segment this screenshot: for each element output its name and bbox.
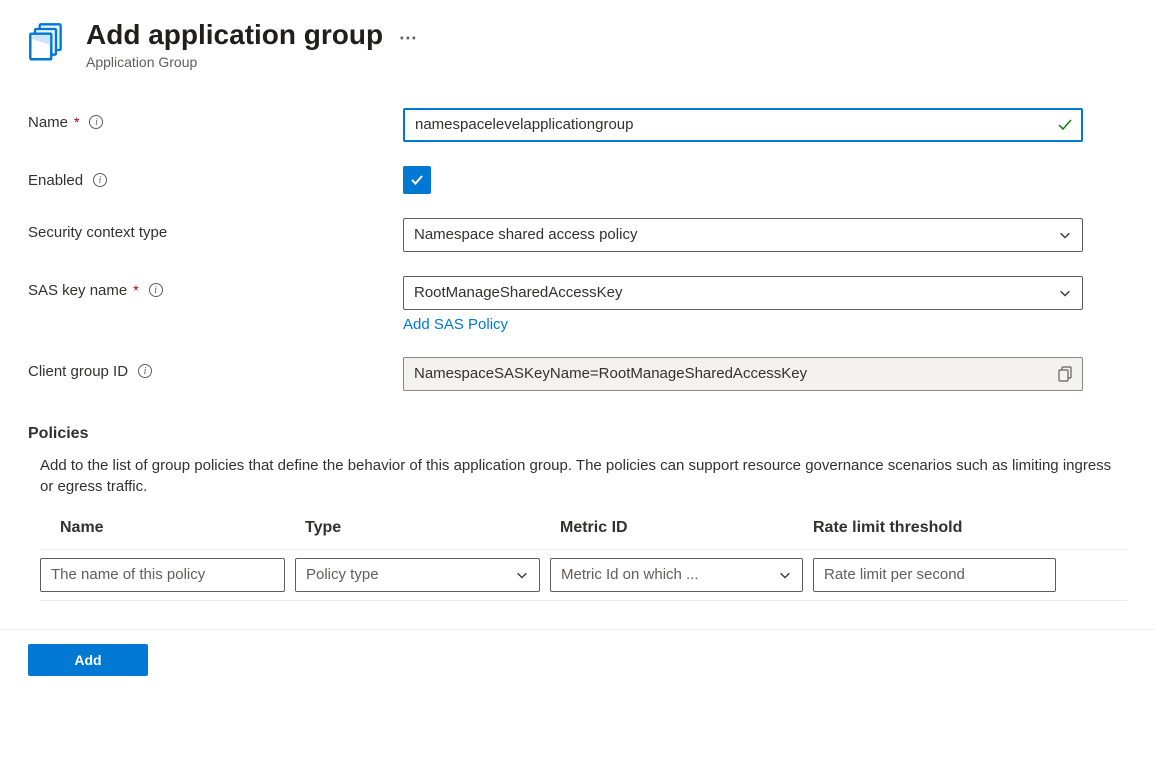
add-button[interactable]: Add xyxy=(28,644,148,676)
security-context-label: Security context type xyxy=(28,224,167,241)
policy-name-input[interactable] xyxy=(40,558,285,592)
enabled-checkbox[interactable] xyxy=(403,166,431,194)
valid-check-icon xyxy=(1057,117,1073,133)
sas-key-value: RootManageSharedAccessKey xyxy=(414,284,622,301)
rate-limit-input[interactable] xyxy=(813,558,1056,592)
page-footer: Add xyxy=(0,629,1155,690)
table-row: Policy type Metric Id on which ... xyxy=(40,549,1127,601)
chevron-down-icon xyxy=(1058,228,1072,242)
metric-id-dropdown[interactable]: Metric Id on which ... xyxy=(550,558,803,592)
info-icon[interactable]: i xyxy=(138,364,152,378)
metric-id-placeholder: Metric Id on which ... xyxy=(561,566,699,583)
more-actions-button[interactable]: ⋯ xyxy=(399,28,419,48)
sas-key-dropdown[interactable]: RootManageSharedAccessKey xyxy=(403,276,1083,310)
sas-key-label: SAS key name xyxy=(28,282,127,299)
security-context-row: Security context type Namespace shared a… xyxy=(28,218,1127,252)
sas-key-row: SAS key name * i RootManageSharedAccessK… xyxy=(28,276,1127,333)
policies-description: Add to the list of group policies that d… xyxy=(28,455,1127,497)
page-subtitle: Application Group xyxy=(86,54,419,70)
enabled-row: Enabled i xyxy=(28,166,1127,194)
security-context-dropdown[interactable]: Namespace shared access policy xyxy=(403,218,1083,252)
required-indicator: * xyxy=(74,114,79,130)
policies-heading: Policies xyxy=(28,425,1127,443)
copy-icon[interactable] xyxy=(1058,366,1072,382)
column-header-rate-limit: Rate limit threshold xyxy=(803,519,1127,537)
info-icon[interactable]: i xyxy=(93,173,107,187)
info-icon[interactable]: i xyxy=(149,283,163,297)
name-row: Name * i xyxy=(28,108,1127,142)
column-header-metric-id: Metric ID xyxy=(550,519,803,537)
page-title: Add application group ⋯ xyxy=(86,18,419,52)
client-group-id-value: NamespaceSASKeyName=RootManageSharedAcce… xyxy=(414,365,807,382)
security-context-value: Namespace shared access policy xyxy=(414,226,637,243)
add-sas-policy-link[interactable]: Add SAS Policy xyxy=(403,316,508,333)
column-header-type: Type xyxy=(295,519,550,537)
client-group-id-row: Client group ID i NamespaceSASKeyName=Ro… xyxy=(28,357,1127,391)
enabled-label: Enabled xyxy=(28,172,83,189)
name-label: Name xyxy=(28,114,68,131)
chevron-down-icon xyxy=(1058,286,1072,300)
chevron-down-icon xyxy=(778,568,792,582)
check-icon xyxy=(409,172,425,188)
required-indicator: * xyxy=(133,282,138,298)
policies-table: Name Type Metric ID Rate limit threshold… xyxy=(28,519,1127,601)
application-group-icon xyxy=(28,22,70,64)
policy-type-dropdown[interactable]: Policy type xyxy=(295,558,540,592)
name-input[interactable] xyxy=(403,108,1083,142)
client-group-id-field: NamespaceSASKeyName=RootManageSharedAcce… xyxy=(403,357,1083,391)
info-icon[interactable]: i xyxy=(89,115,103,129)
chevron-down-icon xyxy=(515,568,529,582)
page-header: Add application group ⋯ Application Grou… xyxy=(28,18,1127,70)
policy-type-placeholder: Policy type xyxy=(306,566,379,583)
client-group-id-label: Client group ID xyxy=(28,363,128,380)
column-header-name: Name xyxy=(40,519,295,537)
